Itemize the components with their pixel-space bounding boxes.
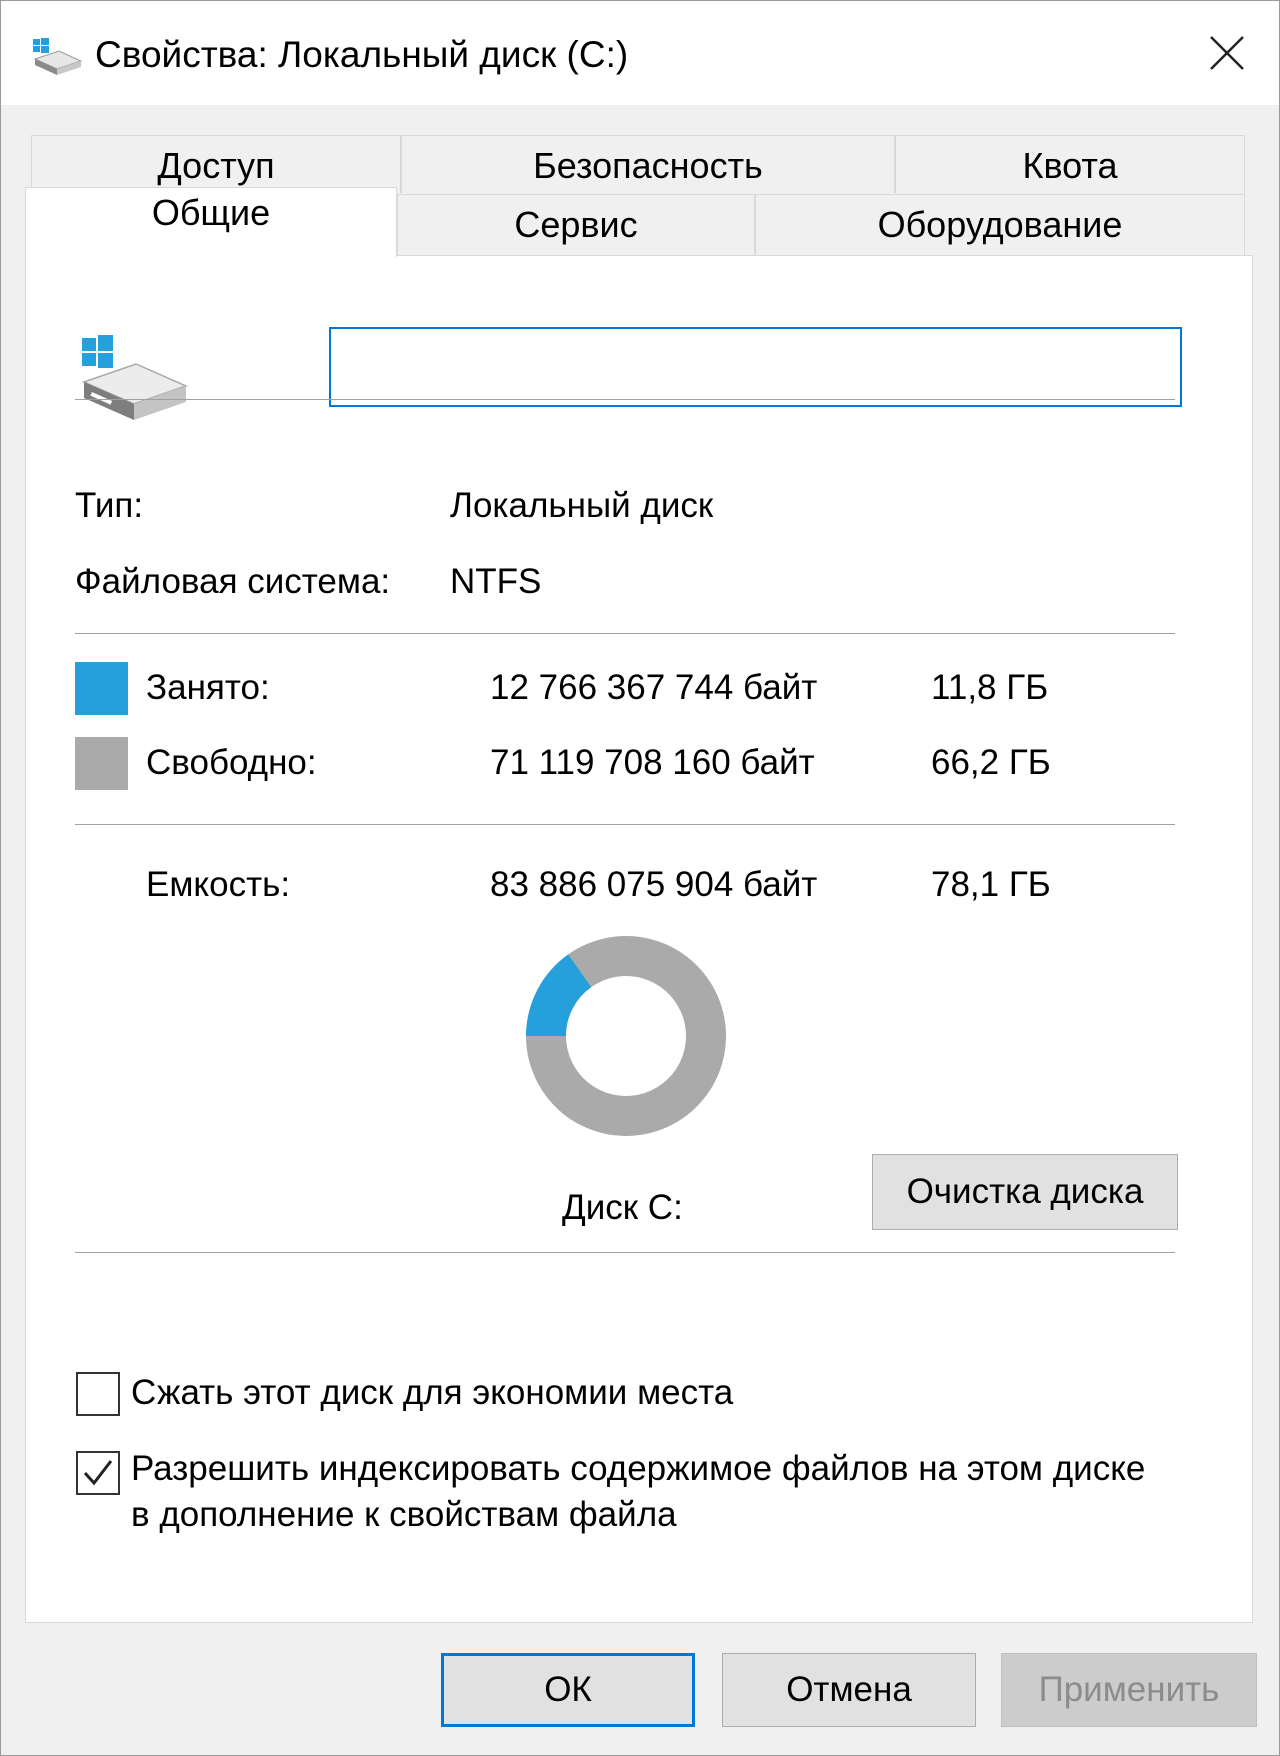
disk-usage-donut [526,936,726,1136]
properties-dialog: Свойства: Локальный диск (C:) Доступ Без… [0,0,1280,1756]
tab-security[interactable]: Безопасность [401,135,895,193]
tab-tools[interactable]: Сервис [397,194,755,256]
separator [75,633,1175,634]
type-value: Локальный диск [450,486,714,525]
capacity-bytes: 83 886 075 904 байт [490,865,818,904]
free-bytes: 71 119 708 160 байт [490,743,815,782]
drive-label: Диск C: [562,1188,683,1227]
free-size: 66,2 ГБ [931,743,1051,782]
separator [75,824,1175,825]
index-label: Разрешить индексировать содержимое файло… [131,1449,1146,1534]
disk-cleanup-button[interactable]: Очистка диска [872,1154,1178,1230]
tab-general[interactable]: Общие [25,187,397,257]
filesystem-label: Файловая система: [75,562,391,601]
capacity-label: Емкость: [146,865,291,904]
used-size: 11,8 ГБ [931,668,1049,707]
type-label: Тип: [75,486,144,525]
drive-icon [81,335,189,420]
volume-name-input[interactable] [329,327,1182,407]
tab-access[interactable]: Доступ [31,135,401,193]
used-bytes: 12 766 367 744 байт [490,668,818,707]
close-button[interactable] [1175,1,1279,105]
checkmark-icon [83,1460,113,1486]
capacity-size: 78,1 ГБ [931,865,1051,904]
compress-checkbox[interactable] [76,1372,120,1416]
ok-button[interactable]: ОК [441,1653,695,1727]
close-icon [1210,36,1244,70]
drive-icon [33,38,83,75]
filesystem-value: NTFS [450,562,542,601]
index-checkbox[interactable] [76,1451,120,1495]
separator [75,399,1175,400]
title-bar: Свойства: Локальный диск (C:) [1,1,1279,105]
general-tab-panel: Тип: Локальный диск Файловая система: NT… [25,255,1253,1623]
tab-quota[interactable]: Квота [895,135,1245,193]
window-title: Свойства: Локальный диск (C:) [95,34,629,75]
cancel-button[interactable]: Отмена [722,1653,976,1727]
separator [75,1252,1175,1253]
free-color-swatch [75,737,128,790]
apply-button[interactable]: Применить [1001,1653,1257,1727]
tab-hardware[interactable]: Оборудование [755,194,1245,256]
used-color-swatch [75,662,128,715]
used-label: Занято: [146,668,270,707]
compress-label: Сжать этот диск для экономии места [131,1373,734,1412]
free-label: Свободно: [146,743,317,782]
